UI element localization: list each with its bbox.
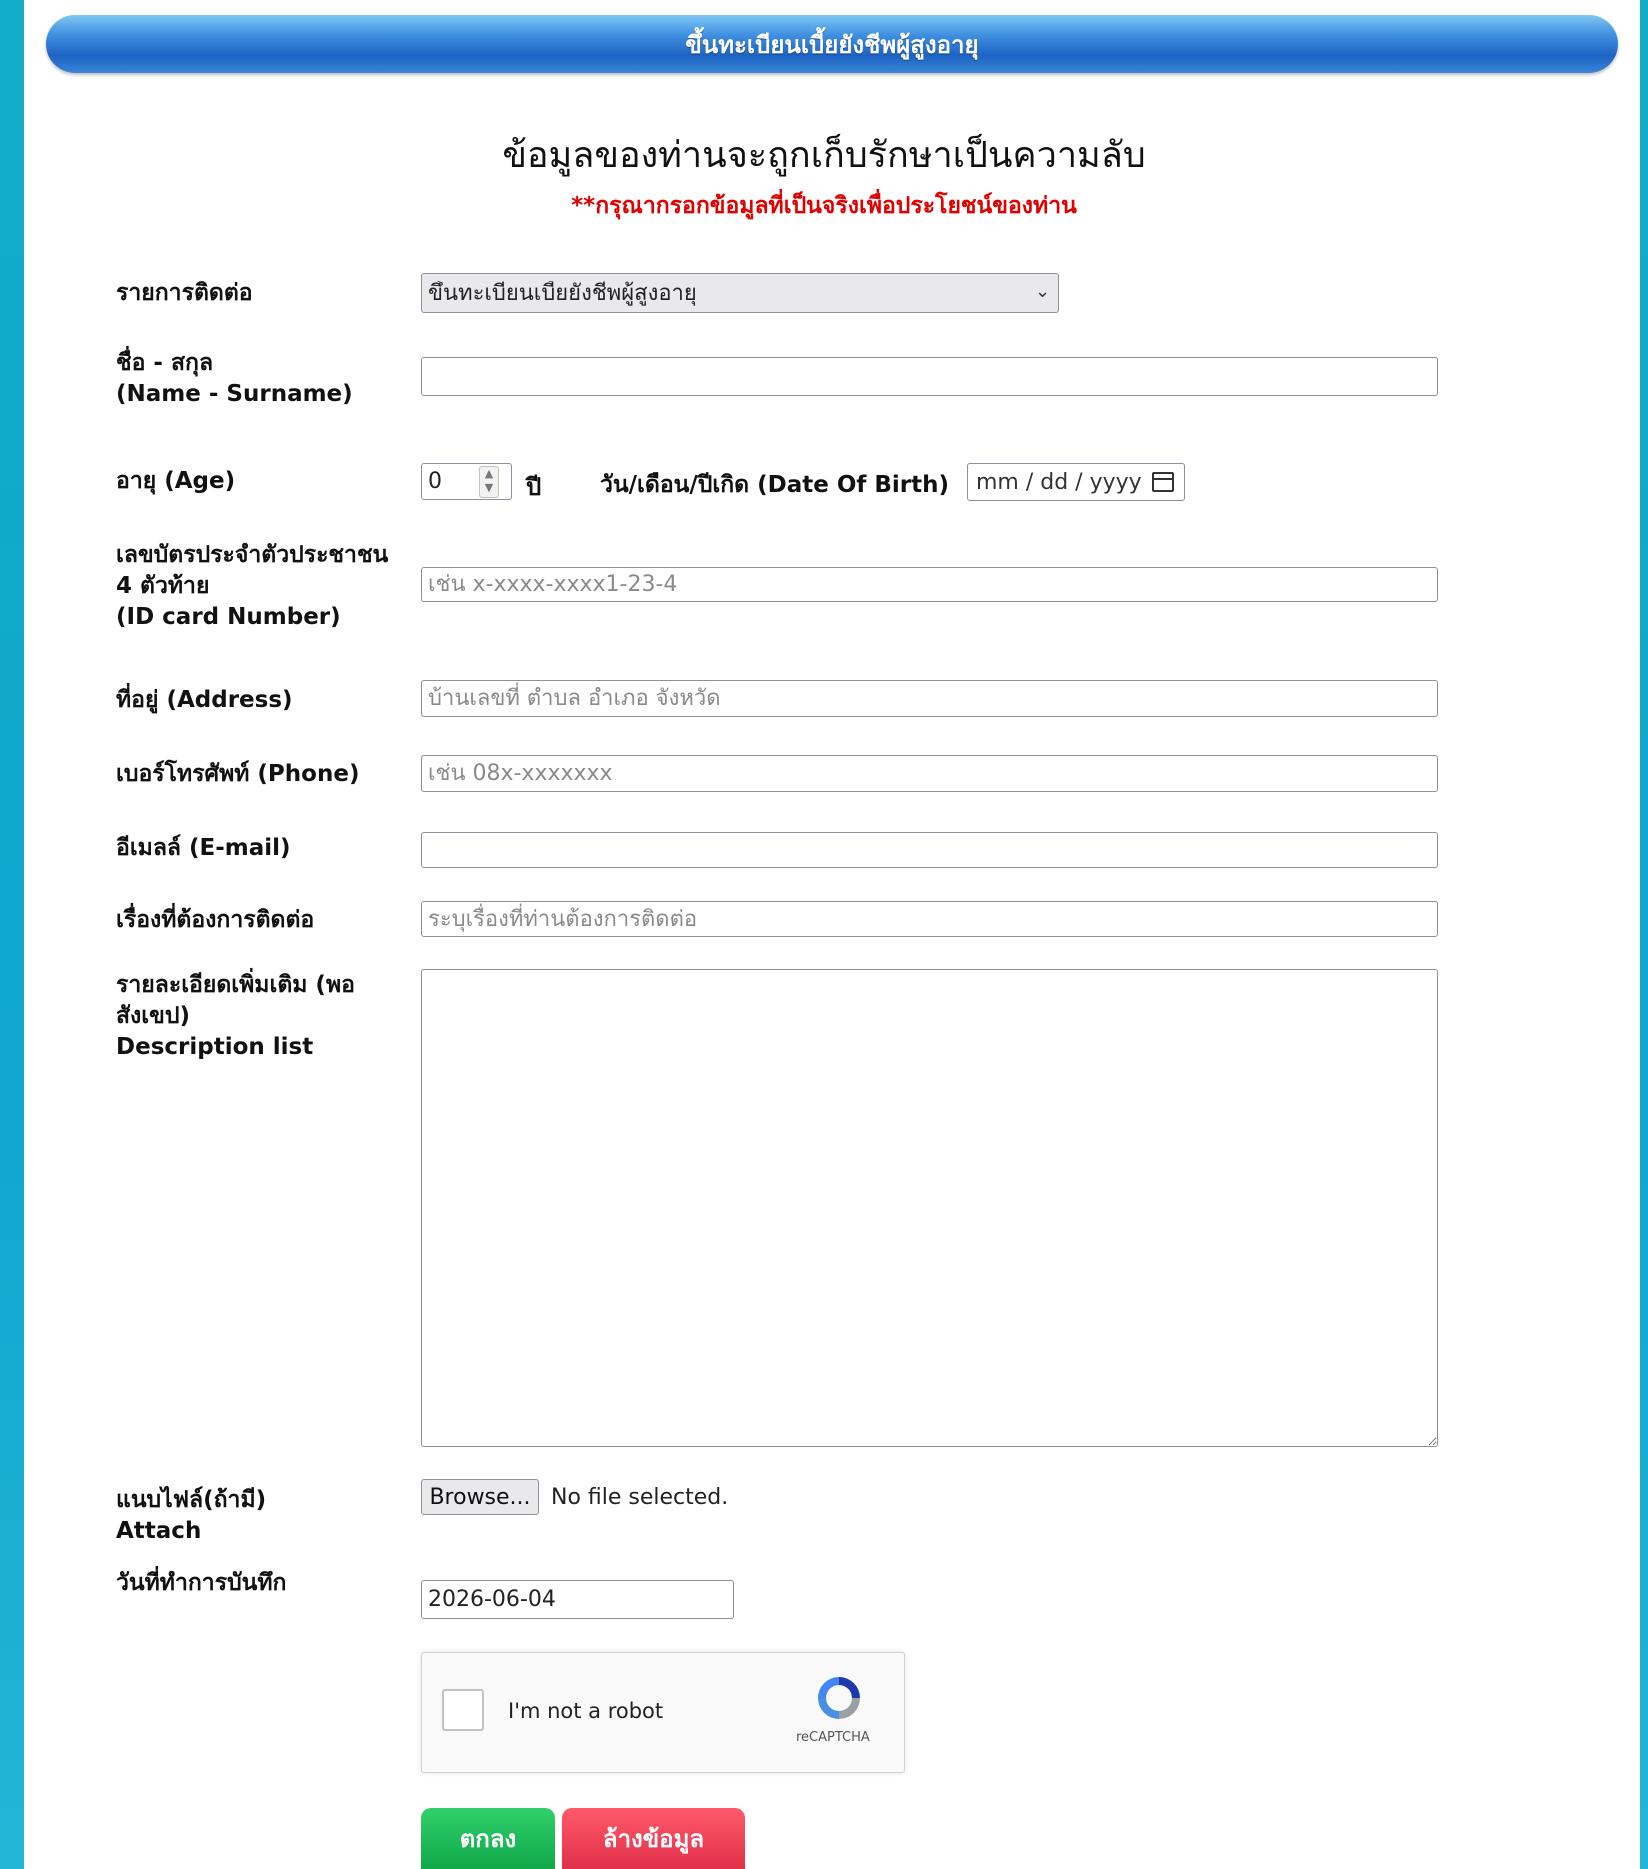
id-card-input[interactable] bbox=[421, 567, 1438, 602]
calendar-icon[interactable] bbox=[1151, 472, 1174, 492]
recaptcha-logo-icon bbox=[818, 1677, 860, 1719]
recaptcha-brand: reCAPTCHA bbox=[796, 1730, 870, 1745]
recaptcha-label: I'm not a robot bbox=[508, 1699, 664, 1723]
record-date-label: วันที่ทำการบันทึก bbox=[116, 1570, 287, 1596]
age-label: อายุ (Age) bbox=[116, 468, 236, 494]
name-label: ชื่อ - สกุล (Name - Surname) bbox=[116, 348, 353, 410]
truthful-info-note: **กรุณากรอกข้อมูลที่เป็นจริงเพื่อประโยชน… bbox=[571, 193, 1077, 219]
phone-input[interactable] bbox=[421, 755, 1438, 792]
email-label: อีเมลล์ (E-mail) bbox=[116, 835, 291, 861]
clear-button[interactable]: ล้างข้อมูล bbox=[562, 1808, 745, 1869]
description-label-th2: สังเขป) bbox=[116, 1003, 190, 1029]
id-card-label: เลขบัตรประจำตัวประชาชน 4 ตัวท้าย (ID car… bbox=[116, 540, 388, 633]
record-date-input[interactable] bbox=[421, 1580, 734, 1619]
description-label-th: รายละเอียดเพิ่มเติม (พอ bbox=[116, 972, 355, 998]
dob-label: วัน/เดือน/ปีเกิด (Date Of Birth) bbox=[600, 472, 950, 498]
attach-label-en: Attach bbox=[116, 1518, 202, 1544]
page-title-bar: ขึ้นทะเบียนเบี้ยยังชีพผู้สูงอายุ bbox=[46, 15, 1618, 73]
id-card-label-th2: 4 ตัวท้าย bbox=[116, 573, 210, 599]
name-input[interactable] bbox=[421, 357, 1438, 396]
description-textarea[interactable] bbox=[421, 969, 1438, 1447]
recaptcha-widget: I'm not a robot reCAPTCHA bbox=[421, 1652, 905, 1773]
name-label-en: (Name - Surname) bbox=[116, 381, 353, 407]
browse-file-button[interactable]: Browse... bbox=[421, 1479, 539, 1515]
description-label: รายละเอียดเพิ่มเติม (พอ สังเขป) Descript… bbox=[116, 970, 355, 1063]
recaptcha-checkbox[interactable] bbox=[442, 1689, 484, 1731]
confidentiality-heading: ข้อมูลของท่านจะถูกเก็บรักษาเป็นความลับ bbox=[502, 135, 1146, 176]
dob-date-picker[interactable]: mm / dd / yyyy bbox=[967, 463, 1185, 501]
subject-input[interactable] bbox=[421, 901, 1438, 937]
age-unit-label: ปี bbox=[526, 473, 542, 501]
dob-placeholder: mm / dd / yyyy bbox=[976, 469, 1142, 495]
attach-label: แนบไฟล์(ถ้ามี) Attach bbox=[116, 1485, 266, 1547]
phone-label: เบอร์โทรศัพท์ (Phone) bbox=[116, 761, 360, 787]
attach-label-th: แนบไฟล์(ถ้ามี) bbox=[116, 1487, 267, 1513]
contact-type-label: รายการติดต่อ bbox=[116, 280, 253, 306]
email-input[interactable] bbox=[421, 832, 1438, 868]
contact-type-select[interactable]: ขึ้นทะเบียนเบี้ยยังชีพผู้สูงอายุ bbox=[421, 273, 1059, 313]
subject-label: เรื่องที่ต้องการติดต่อ bbox=[116, 907, 315, 933]
submit-button[interactable]: ตกลง bbox=[421, 1808, 555, 1869]
id-card-label-th: เลขบัตรประจำตัวประชาชน bbox=[116, 542, 389, 568]
id-card-label-en: (ID card Number) bbox=[116, 604, 341, 630]
address-input[interactable] bbox=[421, 680, 1438, 717]
chevron-down-icon: ⌄ bbox=[1035, 281, 1051, 302]
address-label: ที่อยู่ (Address) bbox=[116, 687, 293, 713]
age-stepper-icon[interactable]: ▲ ▼ bbox=[479, 466, 499, 498]
name-label-th: ชื่อ - สกุล bbox=[116, 350, 214, 376]
file-status: No file selected. bbox=[551, 1485, 729, 1510]
description-label-en: Description list bbox=[116, 1034, 314, 1060]
page-title: ขึ้นทะเบียนเบี้ยยังชีพผู้สูงอายุ bbox=[685, 30, 979, 59]
